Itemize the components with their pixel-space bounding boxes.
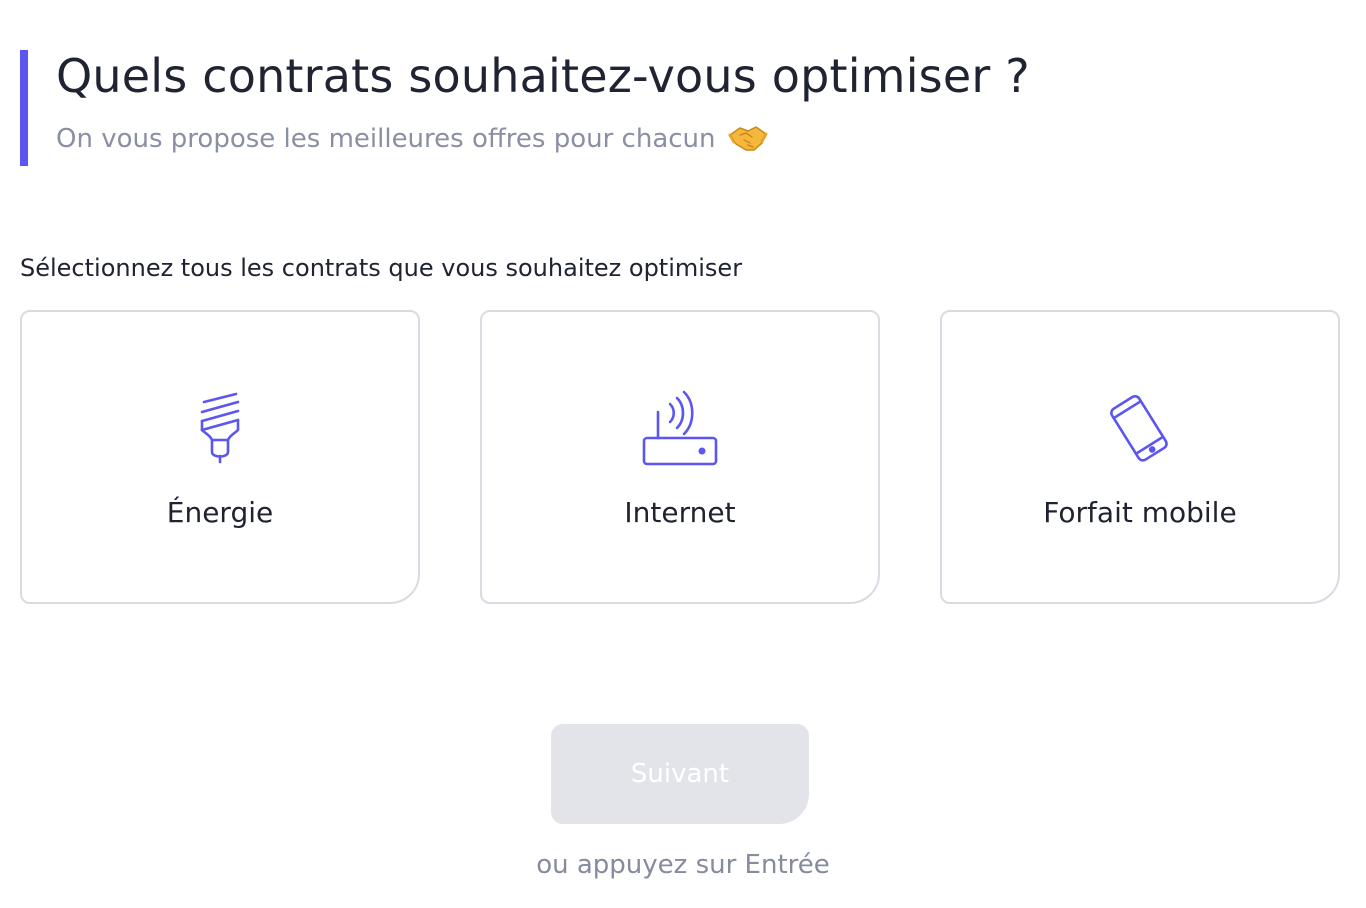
selection-instruction: Sélectionnez tous les contrats que vous …: [20, 254, 743, 282]
contract-options: Énergie Internet Forfait mobile: [20, 310, 1340, 604]
contract-selection-page: Quels contrats souhaitez-vous optimiser …: [0, 0, 1366, 908]
contract-card-energie[interactable]: Énergie: [20, 310, 420, 604]
page-subtitle-text: On vous propose les meilleures offres po…: [56, 124, 716, 154]
mobile-phone-icon: [1110, 394, 1168, 462]
handshake-icon: [728, 126, 768, 151]
contract-card-label: Forfait mobile: [1043, 496, 1237, 529]
router-icon: [642, 390, 718, 466]
contract-card-label: Internet: [624, 496, 736, 529]
contract-card-label: Énergie: [166, 496, 274, 529]
next-button[interactable]: Suivant: [551, 724, 809, 824]
page-title: Quels contrats souhaitez-vous optimiser …: [56, 49, 1030, 103]
page-header: Quels contrats souhaitez-vous optimiser …: [20, 50, 1030, 166]
keyboard-hint: ou appuyez sur Entrée: [536, 850, 830, 880]
contract-card-internet[interactable]: Internet: [480, 310, 880, 604]
light-bulb-icon: [200, 392, 240, 464]
contract-card-forfait-mobile[interactable]: Forfait mobile: [940, 310, 1340, 604]
page-subtitle: On vous propose les meilleures offres po…: [56, 122, 1030, 156]
